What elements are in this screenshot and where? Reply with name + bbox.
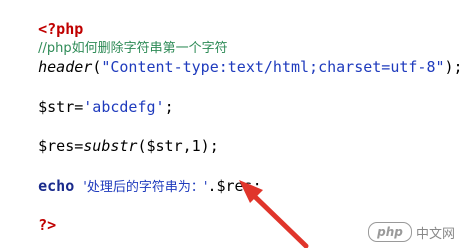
res-assign: $res= [38,137,84,155]
str-semicolon: ; [164,98,174,116]
code-editor: <?php //php如何删除字符串第一个字符 header("Content-… [0,0,467,248]
header-open-paren: ( [92,58,102,76]
watermark: php 中文网 [367,222,455,242]
header-function: header [38,58,93,76]
str-value: 'abcdefg' [83,98,165,116]
php-logo: php [367,222,412,242]
code-line-close-tag: ?> [2,198,56,252]
watermark-site: 中文网 [415,226,455,242]
substr-function: substr [83,137,138,155]
header-close: ); [444,58,463,76]
echo-string: '处理后的字符串为：' [83,180,208,195]
php-close-tag: ?> [38,216,57,234]
echo-keyword: echo [38,177,75,195]
echo-rest: .$res; [207,177,262,195]
str-assign: $str= [38,98,84,116]
header-argument: "Content-type:text/html;charset=utf-8" [101,58,445,76]
substr-args: ($str,1); [137,137,219,155]
